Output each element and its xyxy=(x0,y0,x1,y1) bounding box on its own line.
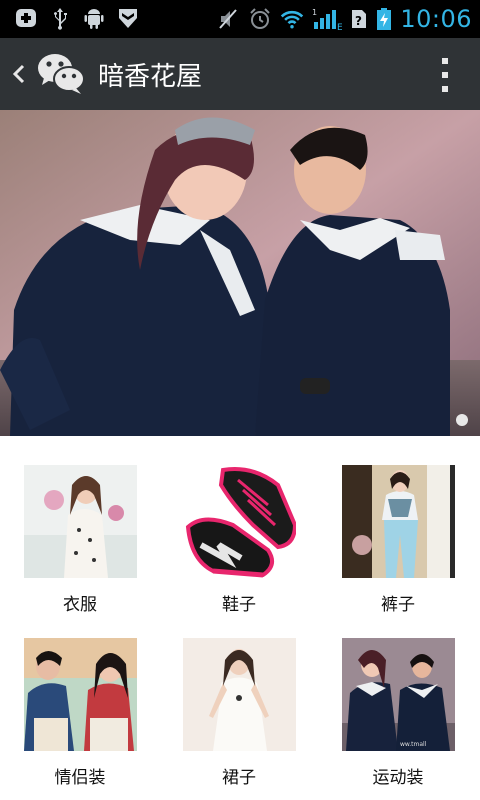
sim-slot-label: 1 xyxy=(312,8,317,17)
network-type-label: E xyxy=(337,23,342,31)
couple-wear-photo xyxy=(23,638,137,751)
status-bar: 1E ? 10:06 xyxy=(0,0,480,38)
category-thumbnail xyxy=(341,465,455,578)
wifi-icon xyxy=(281,10,304,29)
status-icons-right: 1E ? 10:06 xyxy=(216,5,472,33)
status-icons-left xyxy=(14,6,140,30)
overflow-dot xyxy=(442,86,448,92)
category-label: 裙子 xyxy=(222,768,256,788)
add-icon xyxy=(16,9,36,27)
usb-icon xyxy=(54,8,67,30)
sportswear-photo: ww.tmall xyxy=(341,638,455,751)
signal-icon: 1E xyxy=(312,8,342,31)
category-item-shoes[interactable]: 鞋子 xyxy=(169,465,309,615)
category-thumbnail xyxy=(23,465,137,578)
dresses-photo xyxy=(182,638,296,751)
category-item-clothes[interactable]: 衣服 xyxy=(10,465,150,615)
category-grid: 衣服 鞋子 裤子 情侣装 裙子 ww.tmall 运动装 xyxy=(0,436,480,800)
category-item-couple-wear[interactable]: 情侣装 xyxy=(10,638,150,788)
category-label: 情侣装 xyxy=(54,768,106,788)
category-label: 运动装 xyxy=(372,768,424,788)
clock-time: 10:06 xyxy=(400,5,472,33)
category-label: 裤子 xyxy=(381,595,415,615)
android-icon xyxy=(84,9,104,29)
sim-icon: ? xyxy=(352,10,367,28)
banner-carousel[interactable] xyxy=(0,110,480,436)
category-thumbnail xyxy=(182,465,296,578)
mute-icon xyxy=(219,9,238,29)
shield-icon xyxy=(119,9,137,28)
category-thumbnail xyxy=(23,638,137,751)
alarm-icon xyxy=(250,8,271,29)
banner-image xyxy=(0,110,480,436)
svg-text:ww.tmall: ww.tmall xyxy=(400,741,427,748)
category-item-dresses[interactable]: 裙子 xyxy=(169,638,309,788)
category-item-sportswear[interactable]: ww.tmall 运动装 xyxy=(328,638,468,788)
category-label: 衣服 xyxy=(63,595,97,615)
carousel-indicator-dot[interactable] xyxy=(456,414,468,426)
shoes-photo xyxy=(182,465,296,578)
clothes-photo xyxy=(23,465,137,578)
category-label: 鞋子 xyxy=(222,595,256,615)
action-bar: 暗香花屋 xyxy=(0,38,480,111)
page-title: 暗香花屋 xyxy=(98,62,203,92)
back-icon[interactable] xyxy=(10,58,28,90)
category-thumbnail xyxy=(182,638,296,751)
wechat-icon[interactable] xyxy=(36,51,86,95)
overflow-dot xyxy=(442,72,448,78)
category-thumbnail: ww.tmall xyxy=(341,638,455,751)
svg-text:?: ? xyxy=(355,14,362,28)
pants-photo xyxy=(341,465,455,578)
overflow-menu-icon[interactable] xyxy=(442,58,450,92)
battery-icon xyxy=(377,8,392,30)
category-item-pants[interactable]: 裤子 xyxy=(328,465,468,615)
overflow-dot xyxy=(442,58,448,64)
